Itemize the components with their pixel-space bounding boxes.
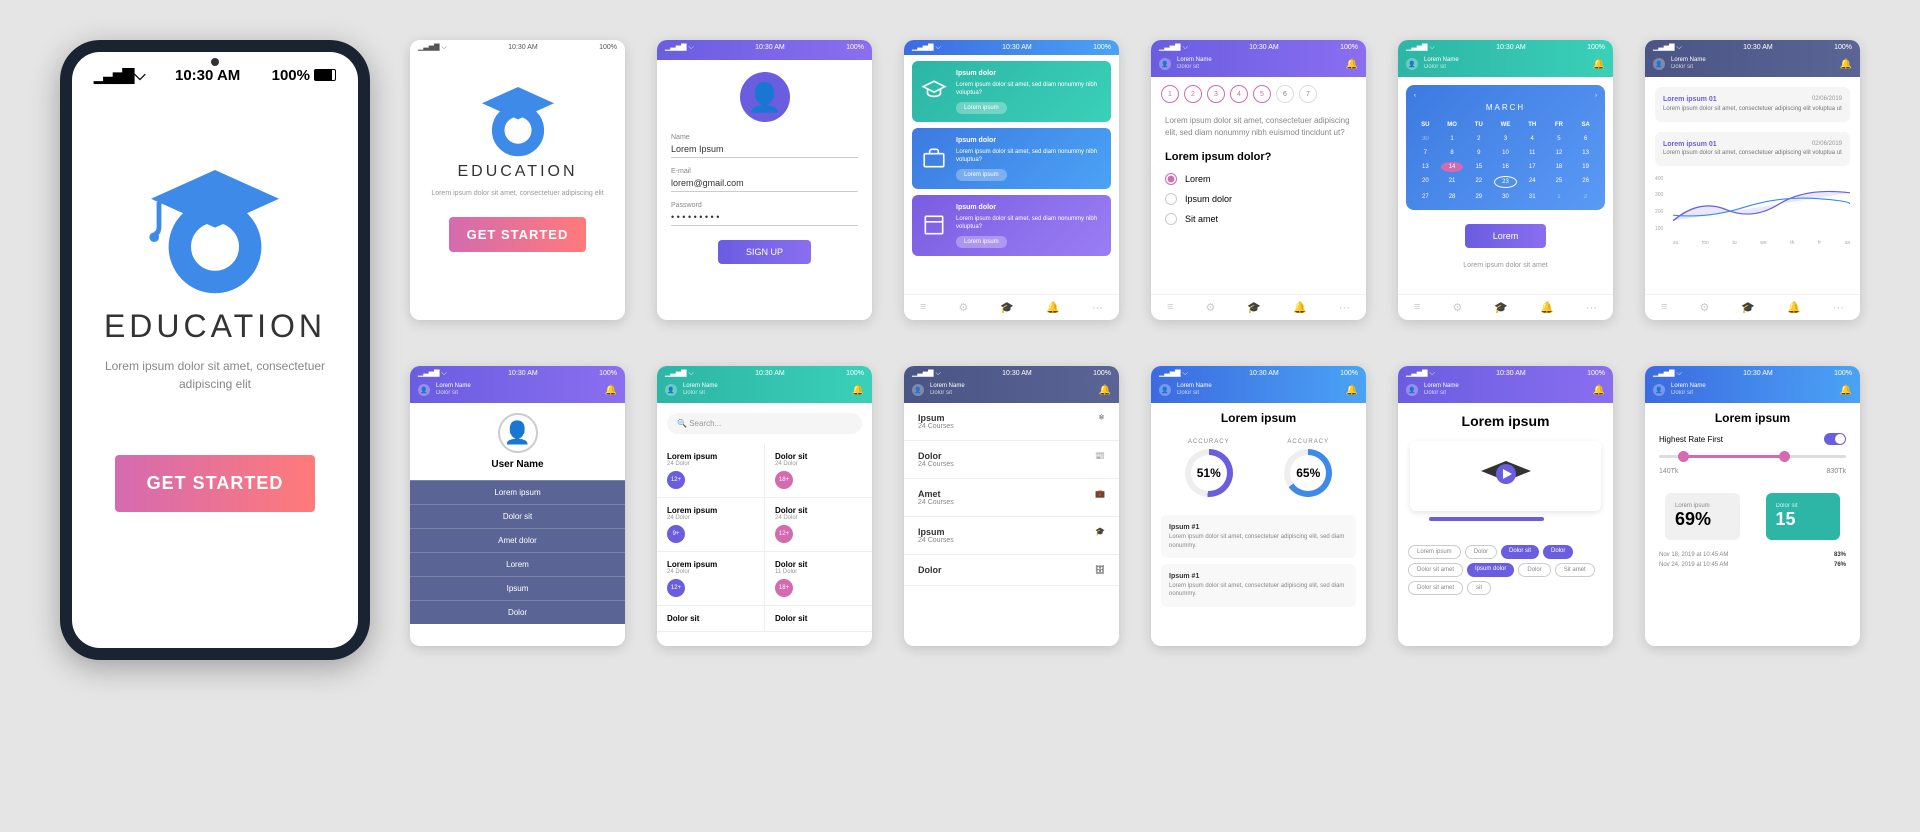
app-logo <box>473 69 563 159</box>
menu-item[interactable]: Ipsum <box>410 576 625 600</box>
sort-toggle[interactable] <box>1824 433 1846 445</box>
course-row[interactable]: Ipsum24 Courses⚛ <box>904 403 1119 441</box>
book-icon <box>920 211 948 239</box>
avatar: 👤 <box>498 413 538 453</box>
info-card: Ipsum #1Lorem ipsum dolor sit amet, cons… <box>1161 564 1356 607</box>
screen-courses: ▁▃▅▇ ⌵10:30 AM100% 👤Lorem NameDolor sit🔔… <box>904 366 1119 646</box>
battery-icon: 100% <box>272 67 336 84</box>
menu-item[interactable]: Lorem <box>410 552 625 576</box>
day-pill[interactable]: 5 <box>1253 85 1271 103</box>
screen-accuracy: ▁▃▅▇ ⌵10:30 AM100% 👤Lorem NameDolor sit🔔… <box>1151 366 1366 646</box>
archive-icon: 🗄 <box>1095 565 1105 575</box>
tag-pill[interactable]: sit <box>1467 581 1491 595</box>
tag-pill[interactable]: Ipsum dolor <box>1467 563 1514 577</box>
day-pill[interactable]: 6 <box>1276 85 1294 103</box>
tag-pill[interactable]: Dolor <box>1518 563 1550 577</box>
phone-mockup: ▁▃▅▇ ⌵ 10:30 AM 100% EDUCATION Lorem ips… <box>60 40 370 660</box>
briefcase-icon: 💼 <box>1095 489 1105 506</box>
tag-pill[interactable]: Dolor sit <box>1501 545 1539 559</box>
get-started-button[interactable]: GET STARTED <box>115 455 315 512</box>
radio-option[interactable]: Lorem <box>1165 173 1352 185</box>
video-player[interactable] <box>1410 441 1601 511</box>
accuracy-donut: ACCURACY65% <box>1284 439 1332 501</box>
gear-icon: ⚙ <box>958 301 968 314</box>
screen-video: ▁▃▅▇ ⌵10:30 AM100% 👤Lorem NameDolor sit🔔… <box>1398 366 1613 646</box>
category-card[interactable]: Ipsum dolorLorem ipsum dolor sit amet, s… <box>912 195 1111 256</box>
signup-button[interactable]: SIGN UP <box>718 240 811 264</box>
category-card[interactable]: Ipsum dolorLorem ipsum dolor sit amet, s… <box>912 61 1111 122</box>
nav-icon: ≡ <box>920 301 926 314</box>
screen-filter: ▁▃▅▇ ⌵10:30 AM100% 👤Lorem NameDolor sit🔔… <box>1645 366 1860 646</box>
app-logo <box>135 138 295 298</box>
tag-pill[interactable]: Sit amet <box>1555 563 1595 577</box>
course-row[interactable]: Ipsum24 Courses🎓 <box>904 517 1119 555</box>
tag-pill[interactable]: Dolor <box>1543 545 1573 559</box>
menu-item[interactable]: Dolor <box>410 600 625 624</box>
price-slider[interactable] <box>1659 455 1846 458</box>
menu-item[interactable]: Dolor sit <box>410 504 625 528</box>
app-title: EDUCATION <box>410 163 625 181</box>
briefcase-icon <box>920 144 948 172</box>
email-field[interactable]: lorem@gmail.com <box>671 175 858 192</box>
tagline: Lorem ipsum dolor sit amet, consectetuer… <box>102 357 328 393</box>
clock: 10:30 AM <box>175 67 240 84</box>
screen-onboarding: ▁▃▅▇ ⌵10:30 AM100% EDUCATION Lorem ipsum… <box>410 40 625 320</box>
course-row[interactable]: Dolor24 Courses📰 <box>904 441 1119 479</box>
tag-pill[interactable]: Dolor sit amet <box>1408 581 1463 595</box>
menu-item[interactable]: Amet dolor <box>410 528 625 552</box>
bottom-nav[interactable]: ≡ ⚙ 🎓 🔔 ⋯ <box>904 294 1119 320</box>
day-pill[interactable]: 1 <box>1161 85 1179 103</box>
screen-quiz: ▁▃▅▇ ⌵10:30 AM100% 👤Lorem NameDolor sit🔔… <box>1151 40 1366 320</box>
line-chart: 400300200100 sumotuwethfrsa <box>1655 176 1850 246</box>
day-pill[interactable]: 3 <box>1207 85 1225 103</box>
calendar-widget[interactable]: ‹› MARCH SUMOTUWETHFRSA 30123456 7891011… <box>1406 85 1605 210</box>
day-pill[interactable]: 4 <box>1230 85 1248 103</box>
day-pill[interactable]: 2 <box>1184 85 1202 103</box>
signal-icon: ▁▃▅▇ ⌵ <box>94 66 144 84</box>
atom-icon: ⚛ <box>1098 413 1105 430</box>
get-started-button[interactable]: GET STARTED <box>449 217 587 252</box>
info-card: Ipsum #1Lorem ipsum dolor sit amet, cons… <box>1161 515 1356 558</box>
more-icon: ⋯ <box>1092 301 1103 314</box>
tag-pill[interactable]: Lorem ipsum <box>1408 545 1461 559</box>
screen-profile: ▁▃▅▇ ⌵10:30 AM100% 👤Lorem NameDolor sit🔔… <box>410 366 625 646</box>
bottom-nav[interactable]: ≡⚙🎓🔔⋯ <box>1151 294 1366 320</box>
avatar: 👤 <box>1159 58 1171 70</box>
tag-pill[interactable]: Dolor sit amet <box>1408 563 1463 577</box>
radio-option[interactable]: Sit amet <box>1165 213 1352 225</box>
calendar-button[interactable]: Lorem <box>1465 224 1547 248</box>
course-row[interactable]: Amet24 Courses💼 <box>904 479 1119 517</box>
radio-option[interactable]: Ipsum dolor <box>1165 193 1352 205</box>
screen-categories: ▁▃▅▇ ⌵10:30 AM100% Ipsum dolorLorem ipsu… <box>904 40 1119 320</box>
search-input[interactable]: 🔍 Search... <box>667 413 862 434</box>
bell-icon[interactable]: 🔔 <box>1346 59 1358 70</box>
avatar-placeholder: 👤 <box>740 72 790 122</box>
category-card[interactable]: Ipsum dolorLorem ipsum dolor sit amet, s… <box>912 128 1111 189</box>
note-card[interactable]: Lorem ipsum 0102/06/2019Lorem ipsum dolo… <box>1655 87 1850 121</box>
status-bar: ▁▃▅▇ ⌵ 10:30 AM 100% <box>72 52 358 98</box>
news-icon: 📰 <box>1095 451 1105 468</box>
password-field[interactable]: • • • • • • • • • <box>671 209 858 226</box>
screen-signup: ▁▃▅▇ ⌵10:30 AM100% 👤 NameLorem Ipsum E-m… <box>657 40 872 320</box>
app-title: EDUCATION <box>72 308 358 345</box>
accuracy-donut: ACCURACY51% <box>1185 439 1233 501</box>
grad-cap-icon <box>920 77 948 105</box>
user-name: User Name <box>410 459 625 470</box>
screen-search: ▁▃▅▇ ⌵10:30 AM100% 👤Lorem NameDolor sit🔔… <box>657 366 872 646</box>
bell-icon: 🔔 <box>1046 301 1060 314</box>
question-title: Lorem ipsum dolor? <box>1165 151 1352 163</box>
screen-calendar: ▁▃▅▇ ⌵10:30 AM100% 👤Lorem NameDolor sit🔔… <box>1398 40 1613 320</box>
grad-icon: 🎓 <box>1000 301 1014 314</box>
screen-dashboard: ▁▃▅▇ ⌵10:30 AM100% 👤Lorem NameDolor sit🔔… <box>1645 40 1860 320</box>
tag-pill[interactable]: Dolor <box>1465 545 1497 559</box>
course-row[interactable]: Dolor🗄 <box>904 555 1119 586</box>
bell-icon[interactable]: 🔔 <box>1593 59 1605 70</box>
day-pill[interactable]: 7 <box>1299 85 1317 103</box>
note-card[interactable]: Lorem ipsum 0102/06/2019Lorem ipsum dolo… <box>1655 132 1850 166</box>
name-field[interactable]: Lorem Ipsum <box>671 141 858 158</box>
grad-cap-icon: 🎓 <box>1095 527 1105 544</box>
menu-item[interactable]: Lorem ipsum <box>410 480 625 504</box>
